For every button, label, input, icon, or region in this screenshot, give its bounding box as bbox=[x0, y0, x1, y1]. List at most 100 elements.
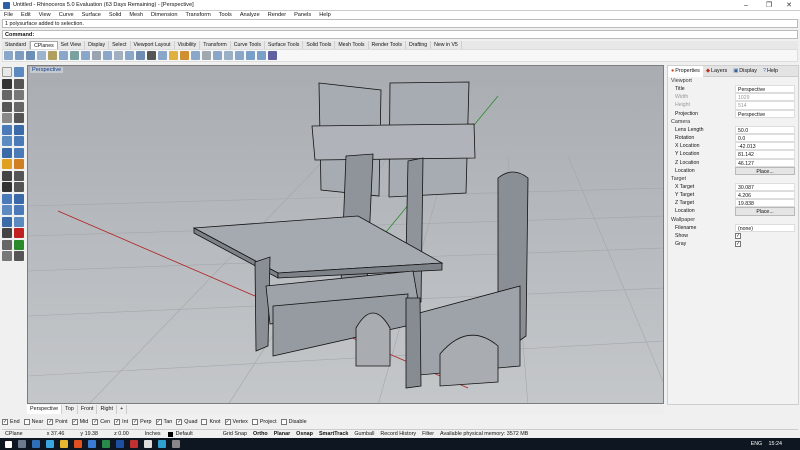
perspective-viewport[interactable]: Perspective bbox=[27, 65, 664, 404]
x-location-field[interactable]: -42.013 bbox=[735, 142, 795, 151]
cplane-save-icon[interactable] bbox=[169, 51, 178, 60]
excel-icon[interactable] bbox=[102, 440, 110, 448]
windows-start-icon[interactable] bbox=[5, 440, 12, 448]
menu-edit[interactable]: Edit bbox=[17, 11, 35, 19]
osnap-project-checkbox[interactable] bbox=[251, 419, 258, 425]
cplane-world-top-icon[interactable] bbox=[4, 51, 13, 60]
fillet-icon[interactable] bbox=[2, 182, 12, 192]
z-target-field[interactable]: 19.838 bbox=[735, 199, 795, 208]
maximize-icon[interactable]: ❐ bbox=[758, 0, 780, 11]
osnap-near-checkbox[interactable] bbox=[23, 419, 30, 425]
tab-standard[interactable]: Standard bbox=[2, 41, 31, 49]
panel-tab-properties[interactable]: ● Properties bbox=[668, 65, 703, 77]
osnap-cen-checkbox[interactable]: ✓ bbox=[92, 419, 99, 425]
cplane-world-right-icon[interactable] bbox=[26, 51, 35, 60]
viewport-canvas[interactable] bbox=[28, 66, 664, 404]
render-icon[interactable] bbox=[14, 147, 24, 158]
tab-transform[interactable]: Transform bbox=[200, 41, 231, 49]
osnap-tan[interactable]: ✓ Tan bbox=[155, 419, 172, 425]
tab-mesh-tools[interactable]: Mesh Tools bbox=[335, 41, 369, 49]
cplane-perpendicular-icon[interactable] bbox=[114, 51, 123, 60]
select-arrow-icon[interactable] bbox=[2, 67, 12, 77]
arc-icon[interactable] bbox=[14, 90, 24, 100]
osnap-project[interactable]: Project bbox=[251, 419, 277, 425]
ellipse-icon[interactable] bbox=[2, 113, 12, 123]
tab-drafting[interactable]: Drafting bbox=[406, 41, 432, 49]
menu-transform[interactable]: Transform bbox=[181, 11, 214, 19]
extrude-icon[interactable] bbox=[14, 124, 24, 135]
gray-checkbox[interactable]: ✓ bbox=[735, 241, 741, 247]
cplane-redo-icon[interactable] bbox=[257, 51, 266, 60]
curve-icon[interactable] bbox=[14, 78, 24, 89]
osnap-cen[interactable]: ✓ Cen bbox=[92, 419, 110, 425]
vtab-right[interactable]: Right bbox=[97, 405, 118, 414]
osnap-mid-checkbox[interactable]: ✓ bbox=[71, 419, 78, 425]
osnap-tan-checkbox[interactable]: ✓ bbox=[155, 419, 162, 425]
panel-tab-display[interactable]: ▣ Display bbox=[730, 66, 760, 77]
osnap-int-checkbox[interactable]: ✓ bbox=[114, 419, 121, 425]
tab-viewport-layout[interactable]: Viewport Layout bbox=[131, 41, 175, 49]
menu-panels[interactable]: Panels bbox=[290, 11, 315, 19]
filename-field[interactable]: (none) bbox=[735, 223, 795, 232]
grid-icon[interactable] bbox=[2, 239, 12, 250]
cplane-normal-icon[interactable] bbox=[213, 51, 222, 60]
cplane-set-all-icon[interactable] bbox=[158, 51, 167, 60]
osnap-vertex[interactable]: ✓ Vertex bbox=[224, 419, 248, 425]
file-explorer-icon[interactable] bbox=[60, 440, 68, 448]
title-field[interactable]: Perspective bbox=[735, 85, 795, 94]
sphere-icon[interactable] bbox=[14, 136, 24, 146]
vtab-front[interactable]: Front bbox=[78, 405, 98, 414]
surface-icon[interactable] bbox=[2, 124, 12, 135]
show-checkbox[interactable]: ✓ bbox=[735, 232, 741, 239]
menu-render[interactable]: Render bbox=[264, 11, 290, 19]
word-icon[interactable] bbox=[116, 440, 124, 448]
tab-solid-tools[interactable]: Solid Tools bbox=[303, 41, 336, 49]
osnap-mid[interactable]: ✓ Mid bbox=[71, 419, 88, 425]
chair-model[interactable] bbox=[192, 81, 529, 389]
minimize-icon[interactable]: – bbox=[735, 0, 757, 11]
osnap-knot[interactable]: Knot bbox=[201, 419, 221, 425]
cplane-flip-icon[interactable] bbox=[224, 51, 233, 60]
polyline-icon[interactable] bbox=[2, 78, 12, 89]
cplane-to-object-icon[interactable] bbox=[70, 51, 79, 60]
osnap-disable[interactable]: Disable bbox=[280, 419, 307, 425]
menu-mesh[interactable]: Mesh bbox=[125, 11, 147, 19]
check-icon[interactable] bbox=[14, 239, 24, 250]
tab-render-tools[interactable]: Render Tools bbox=[369, 41, 406, 49]
osnap-knot-checkbox[interactable] bbox=[201, 419, 208, 425]
cplane-world-front-icon[interactable] bbox=[15, 51, 24, 60]
osnap-perp[interactable]: ✓ Perp bbox=[132, 419, 152, 425]
menu-tools[interactable]: Tools bbox=[215, 11, 236, 19]
vtab-add[interactable]: + bbox=[117, 405, 128, 414]
scale-icon[interactable] bbox=[14, 205, 24, 215]
camera-place-button[interactable]: Place... bbox=[735, 166, 795, 175]
cplane-x-axis-icon[interactable] bbox=[92, 51, 101, 60]
copy-icon[interactable] bbox=[14, 193, 24, 204]
polygon-icon[interactable] bbox=[14, 101, 24, 112]
osnap-near[interactable]: Near bbox=[23, 419, 43, 425]
rectangle-icon[interactable] bbox=[2, 101, 12, 112]
point-icon[interactable] bbox=[14, 67, 24, 77]
vtab-perspective[interactable]: Perspective bbox=[27, 405, 63, 414]
cplane-curve-icon[interactable] bbox=[191, 51, 200, 60]
osnap-point-checkbox[interactable]: ✓ bbox=[47, 419, 54, 425]
mesh-icon[interactable] bbox=[2, 147, 12, 158]
group-icon[interactable] bbox=[14, 251, 24, 261]
move-icon[interactable] bbox=[2, 193, 12, 204]
cplane-named-icon[interactable] bbox=[147, 51, 156, 60]
language-indicator[interactable]: ENG bbox=[751, 438, 762, 450]
layer-icon[interactable] bbox=[2, 251, 12, 261]
skype-icon[interactable] bbox=[158, 440, 166, 448]
tab-select[interactable]: Select bbox=[109, 41, 131, 49]
projection-select[interactable]: Perspective bbox=[735, 109, 795, 118]
cplane-z-axis-icon[interactable] bbox=[103, 51, 112, 60]
clock[interactable]: 15:24 bbox=[769, 438, 783, 450]
edge-icon[interactable] bbox=[46, 440, 54, 448]
menu-file[interactable]: File bbox=[0, 11, 17, 19]
rotate-icon[interactable] bbox=[2, 205, 12, 215]
osnap-point[interactable]: ✓ Point bbox=[47, 419, 68, 425]
dimension-icon[interactable] bbox=[2, 228, 12, 238]
menu-help[interactable]: Help bbox=[315, 11, 335, 19]
rhino-taskbar-icon[interactable] bbox=[144, 440, 152, 448]
z-location-field[interactable]: 46.127 bbox=[735, 158, 795, 167]
